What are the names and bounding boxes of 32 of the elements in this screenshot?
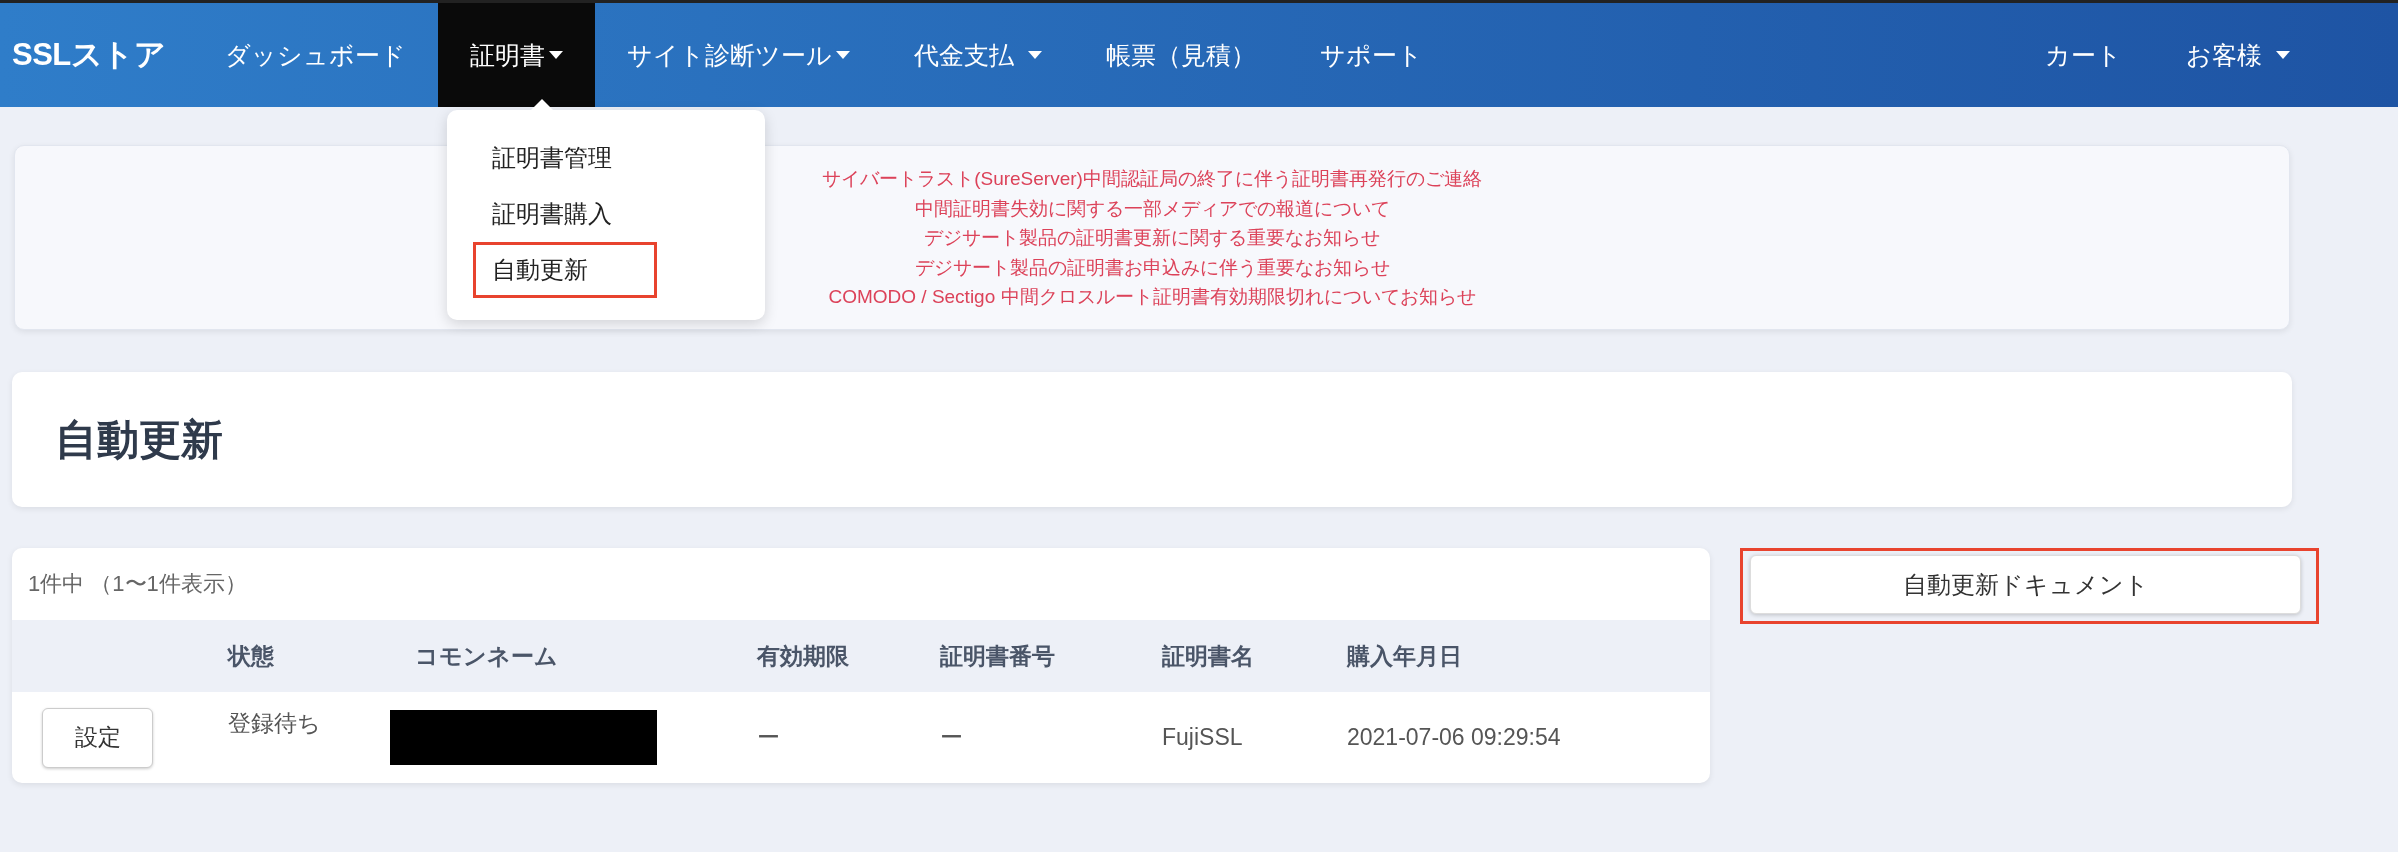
column-header: 購入年月日 [1345,641,1463,671]
column-header: 証明書名 [1161,641,1255,671]
site-logo[interactable]: SSLストア [12,3,166,107]
column-header: コモンネーム [414,641,559,671]
notice-link[interactable]: COMODO / Sectigo 中間クロスルート証明書有効期限切れについてお知らせ [828,282,1476,312]
menu-item[interactable]: 証明書購入 [473,186,635,242]
menu-item[interactable]: 自動更新 [473,242,657,298]
page-title: 自動更新 [55,414,223,465]
nav-item[interactable]: カート [2013,3,2154,107]
column-header: 証明書番号 [939,641,1056,671]
settings-button[interactable]: 設定 [42,707,153,768]
nav-item[interactable]: ダッシュボード [193,3,439,107]
document-button[interactable]: 自動更新ドキュメント [1750,555,2301,614]
nav-item[interactable]: サポート [1288,3,1456,107]
nav-item[interactable]: 代金支払 [882,3,1075,107]
nav-item[interactable]: サイト診断ツール [595,3,883,107]
table-cell-text: 登録待ち [227,709,322,738]
nav-item[interactable]: 証明書 [438,3,596,107]
result-count: 1件中 （1〜1件表示） [27,570,248,598]
table-cell-text: FujiSSL [1161,723,1244,752]
menu-item[interactable]: 証明書管理 [473,130,635,186]
notice-link[interactable]: サイバートラスト(SureServer)中間認証局の終了に伴う証明書再発行のご連絡 [822,164,1482,194]
notice-link[interactable]: デジサート製品の証明書お申込みに伴う重要なお知らせ [914,252,1390,282]
table-cell-text: 2021-07-06 09:29:54 [1346,723,1562,752]
notice-link[interactable]: デジサート製品の証明書更新に関する重要なお知らせ [924,223,1380,253]
notice-link[interactable]: 中間証明書失効に関する一部メディアでの報道について [914,193,1390,223]
nav-item[interactable]: お客様 [2154,3,2322,107]
column-header: 有効期限 [755,641,850,671]
nav-item[interactable]: 帳票（見積） [1074,3,1289,107]
table-cell-text: ー [939,723,964,752]
table-cell-text: ー [756,723,781,752]
column-header: 状態 [226,641,275,671]
